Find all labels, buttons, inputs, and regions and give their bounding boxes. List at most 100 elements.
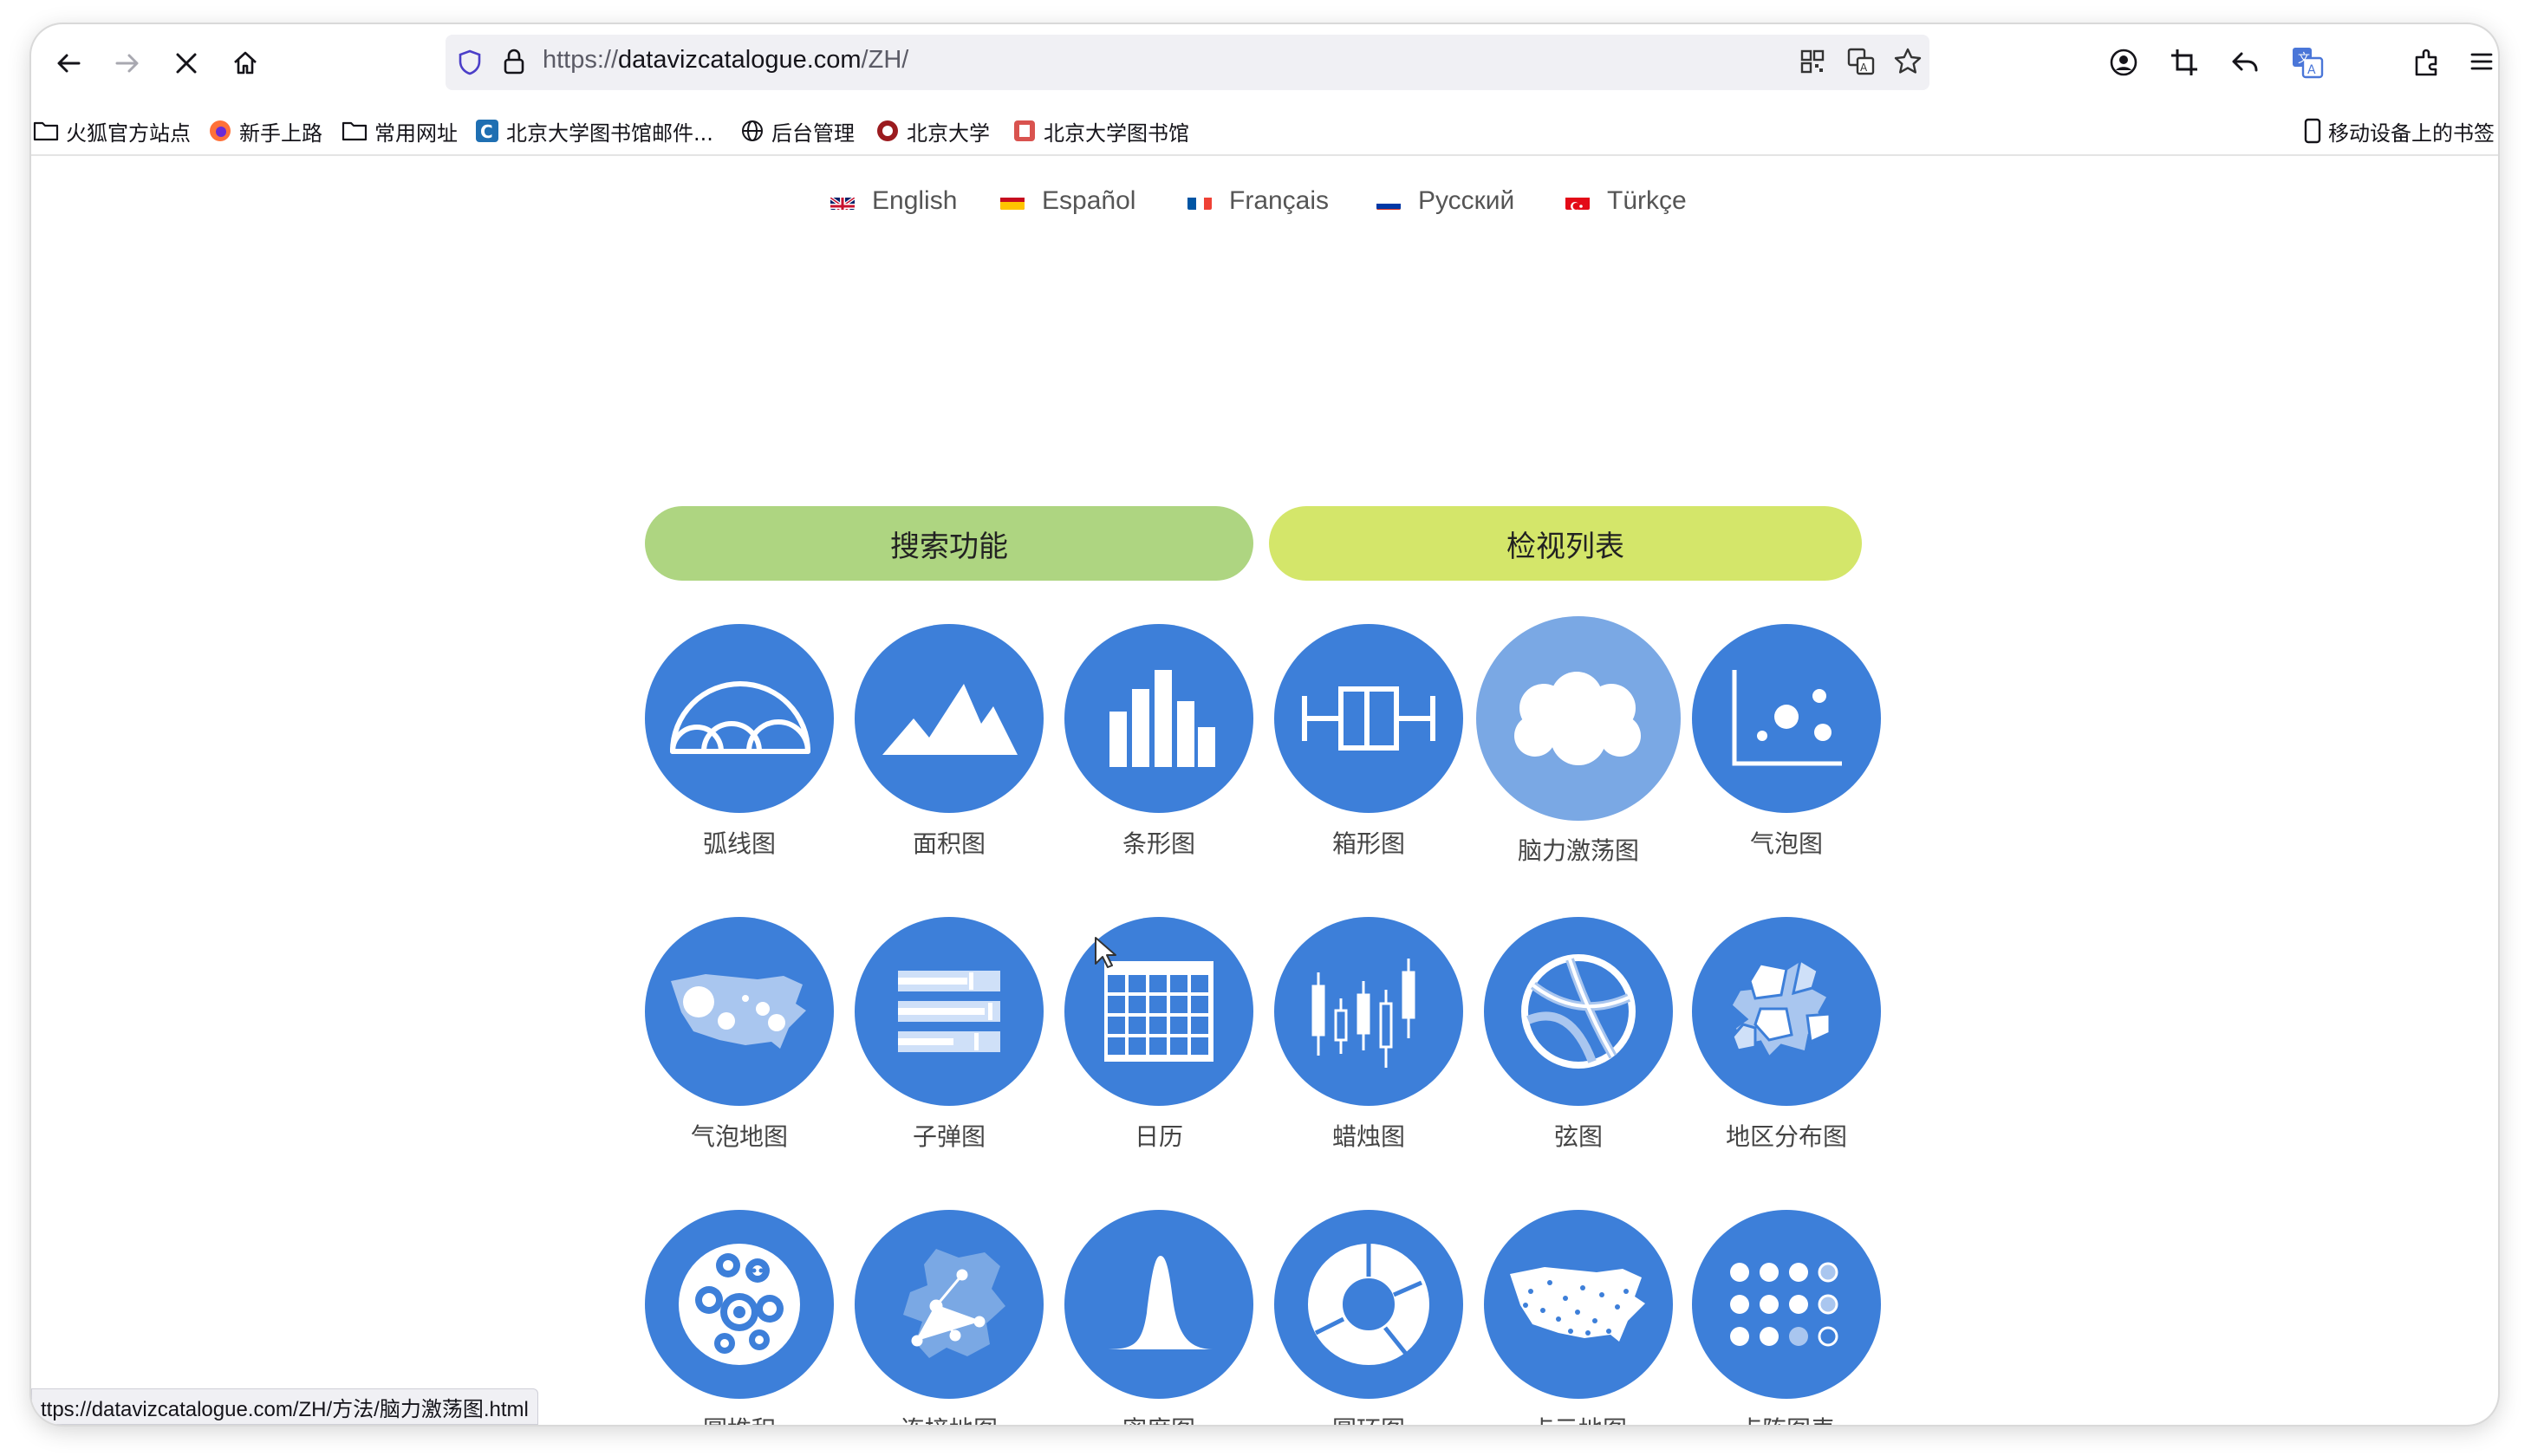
status-url: ttps://datavizcatalogue.com/ZH/方法/脑力激荡图.… — [41, 1397, 529, 1421]
chart-bubble-map[interactable] — [645, 917, 834, 1106]
density-plot-icon — [1103, 1256, 1214, 1349]
chart-dot-matrix[interactable] — [1692, 1210, 1881, 1399]
lock-icon — [504, 49, 524, 75]
lang-english[interactable]: English — [830, 182, 957, 220]
qr-code-icon[interactable] — [1799, 49, 1825, 75]
lang-french[interactable]: Français — [1187, 182, 1329, 220]
view-list-button[interactable]: 检视列表 — [1269, 506, 1862, 581]
chart-label[interactable]: 点阵图表 — [1682, 1411, 1890, 1425]
chart-label[interactable]: 弧线图 — [635, 825, 843, 860]
chart-label[interactable]: 点示地图 — [1474, 1411, 1682, 1425]
chart-bar[interactable] — [1064, 624, 1253, 813]
chart-bubble[interactable] — [1692, 624, 1881, 813]
search-function-button[interactable]: 搜索功能 — [645, 506, 1253, 581]
bubble-map-icon — [671, 974, 806, 1049]
mobile-bookmarks[interactable]: 移动设备上的书签 — [2304, 114, 2495, 147]
svg-text:A: A — [2307, 63, 2316, 77]
mobile-device-icon — [2304, 118, 2321, 144]
svg-text:C: C — [480, 121, 493, 142]
chart-label[interactable]: 面积图 — [845, 825, 1053, 860]
undo-icon[interactable] — [2229, 47, 2261, 78]
url-text[interactable]: https://datavizcatalogue.com/ZH/ — [543, 46, 908, 75]
chart-label[interactable]: 圆堆积 — [635, 1411, 843, 1425]
extensions-icon[interactable] — [2411, 47, 2443, 78]
chart-dot-map[interactable] — [1484, 1210, 1673, 1399]
chart-circle-packing[interactable] — [645, 1210, 834, 1399]
bookmark-item[interactable]: 北京大学 — [875, 114, 990, 147]
bookmark-item[interactable]: 北京大学图书馆 — [1012, 114, 1189, 147]
chart-label[interactable]: 密度图 — [1055, 1411, 1263, 1425]
bookmark-item[interactable]: C 北京大学图书馆邮件... — [475, 114, 713, 147]
bookmark-item[interactable]: 新手上路 — [208, 114, 322, 147]
turkey-flag-icon — [1565, 192, 1590, 210]
mouse-cursor-icon — [1095, 937, 1116, 968]
address-bar[interactable]: https://datavizcatalogue.com/ZH/ A — [446, 35, 1929, 90]
account-icon[interactable] — [2108, 47, 2139, 78]
chart-label[interactable]: 脑力激荡图 — [1474, 832, 1682, 867]
stop-button[interactable] — [166, 43, 206, 83]
library-icon — [1014, 120, 1035, 141]
chart-bullet-graph[interactable] — [855, 917, 1044, 1106]
menu-icon[interactable] — [2469, 49, 2495, 75]
chart-box-plot[interactable] — [1274, 624, 1463, 813]
donut-chart-icon — [1308, 1244, 1429, 1365]
chart-label[interactable]: 条形图 — [1055, 825, 1263, 860]
forward-button[interactable] — [107, 43, 147, 83]
lang-label: Türkçe — [1607, 186, 1687, 215]
chart-arc-diagram[interactable] — [645, 624, 834, 813]
view-list-label: 检视列表 — [1506, 529, 1624, 564]
chart-connection-map[interactable] — [855, 1210, 1044, 1399]
translate-extension-icon[interactable]: 文A — [2290, 45, 2325, 80]
lang-label: Français — [1229, 186, 1330, 215]
close-icon — [176, 53, 197, 74]
chart-calendar[interactable] — [1064, 917, 1253, 1106]
chart-density-plot[interactable] — [1064, 1210, 1253, 1399]
chart-label[interactable]: 地区分布图 — [1682, 1118, 1890, 1153]
chart-choropleth[interactable] — [1692, 917, 1881, 1106]
bar-chart-icon — [1109, 670, 1215, 767]
chart-label[interactable]: 子弹图 — [845, 1118, 1053, 1153]
brainstorm-icon — [1514, 672, 1641, 765]
translate-icon[interactable]: A — [1846, 47, 1876, 76]
bookmark-label: 新手上路 — [239, 120, 322, 146]
shield-icon — [459, 49, 481, 75]
chart-label[interactable]: 圆环图 — [1265, 1411, 1473, 1425]
home-button[interactable] — [225, 43, 265, 83]
spain-flag-icon — [1000, 192, 1025, 210]
bookmarks-bar: 火狐官方站点 新手上路 常用网址 C 北京大学图书馆邮件... 后台管理 北京大学… — [31, 107, 2498, 156]
chart-label[interactable]: 连接地图 — [845, 1411, 1053, 1425]
folder-icon — [33, 121, 59, 141]
browser-toolbar: https://datavizcatalogue.com/ZH/ A 文A — [31, 24, 2498, 102]
dot-map-icon — [1510, 1267, 1645, 1342]
chart-label[interactable]: 气泡地图 — [635, 1118, 843, 1153]
chart-label[interactable]: 弦图 — [1474, 1118, 1682, 1153]
chart-label[interactable]: 蜡烛图 — [1265, 1118, 1473, 1153]
search-function-label: 搜索功能 — [890, 529, 1008, 564]
back-button[interactable] — [49, 43, 88, 83]
page-content: English Español Français Русский Türkçe … — [31, 156, 2498, 1425]
chart-label[interactable]: 气泡图 — [1682, 825, 1890, 860]
bookmark-item[interactable]: 后台管理 — [740, 114, 855, 147]
chart-label[interactable]: 箱形图 — [1265, 825, 1473, 860]
crop-screenshot-icon[interactable] — [2169, 47, 2200, 78]
bookmark-label: 北京大学 — [907, 120, 990, 146]
bookmark-item[interactable]: 常用网址 — [342, 114, 458, 147]
status-bar: ttps://datavizcatalogue.com/ZH/方法/脑力激荡图.… — [31, 1388, 538, 1425]
chart-chord-diagram[interactable] — [1484, 917, 1673, 1106]
url-host: datavizcatalogue.com — [618, 46, 862, 74]
star-icon[interactable] — [1893, 47, 1923, 76]
chart-candlestick[interactable] — [1274, 917, 1463, 1106]
area-chart-icon — [882, 684, 1018, 755]
chart-donut[interactable] — [1274, 1210, 1463, 1399]
lang-turkish[interactable]: Türkçe — [1565, 182, 1687, 220]
chart-brainstorm[interactable] — [1476, 616, 1681, 821]
bookmark-item[interactable]: 火狐官方站点 — [33, 114, 191, 147]
lang-russian[interactable]: Русский — [1376, 182, 1514, 220]
lang-spanish[interactable]: Español — [1000, 182, 1135, 220]
dot-matrix-icon — [1730, 1262, 1838, 1347]
box-plot-icon — [1302, 686, 1435, 751]
chart-area[interactable] — [855, 624, 1044, 813]
lang-label: Español — [1042, 186, 1136, 215]
bookmark-label: 北京大学图书馆邮件... — [506, 120, 713, 146]
chart-label[interactable]: 日历 — [1055, 1118, 1263, 1153]
